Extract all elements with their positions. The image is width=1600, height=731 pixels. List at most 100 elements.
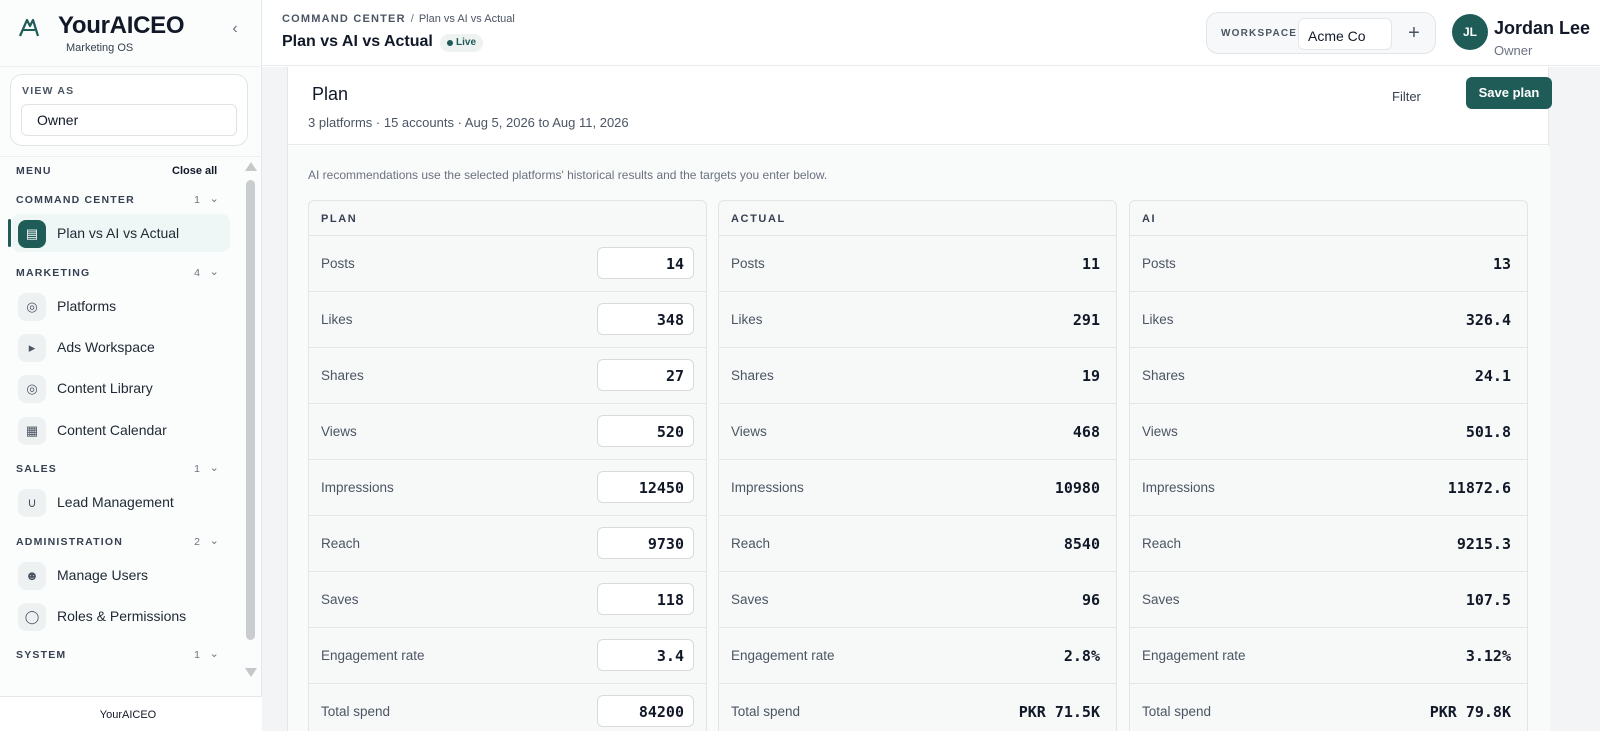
- metric-label: Saves: [731, 592, 769, 607]
- sidebar-item-plan-vs-ai[interactable]: ▤ Plan vs AI vs Actual: [12, 214, 230, 252]
- sidebar-item-label: Plan vs AI vs Actual: [57, 225, 180, 241]
- sidebar-item-ads-workspace[interactable]: ▸ Ads Workspace: [12, 328, 230, 366]
- plan-card: Plan 3 platforms · 15 accounts · Aug 5, …: [287, 67, 1552, 731]
- workspace-label: WORKSPACE: [1221, 28, 1298, 39]
- globe-icon: ◎: [18, 293, 46, 321]
- saves-input[interactable]: 118: [597, 583, 694, 615]
- metric-label: Views: [321, 424, 357, 439]
- actual-panel: ACTUAL Posts 11 Likes 291 Shares 19 Views 46…: [718, 200, 1117, 731]
- table-row: Impressions 11872.6: [1130, 460, 1527, 516]
- avatar[interactable]: JL: [1452, 14, 1488, 50]
- table-row: Posts 11: [719, 236, 1116, 292]
- sidebar-item-label: Ads Workspace: [57, 339, 155, 355]
- impressions-input[interactable]: 12450: [597, 471, 694, 503]
- chevron-down-icon: ⌄: [209, 648, 220, 660]
- likes-input[interactable]: 348: [597, 303, 694, 335]
- close-all-button[interactable]: Close all: [172, 165, 217, 177]
- metric-label: Likes: [1142, 312, 1174, 327]
- metric-value: 8540: [1063, 535, 1100, 553]
- menu-heading: MENU: [16, 165, 52, 177]
- section-administration[interactable]: ADMINISTRATION 2 ⌄: [16, 535, 226, 548]
- section-count: 4: [194, 267, 200, 279]
- table-row: Likes 326.4: [1130, 292, 1527, 348]
- metric-value: 11872.6: [1447, 479, 1511, 497]
- metric-label: Impressions: [321, 480, 394, 495]
- posts-input[interactable]: 14: [597, 247, 694, 279]
- table-row: Total spend PKR 79.8K: [1130, 684, 1527, 731]
- table-row: Likes 348: [309, 292, 706, 348]
- metric-label: Saves: [321, 592, 359, 607]
- sidebar-item-roles-permissions[interactable]: ◯ Roles & Permissions: [12, 597, 230, 635]
- status-badge: Live: [440, 34, 484, 52]
- user-role: Owner: [1494, 43, 1533, 58]
- sidebar-item-label: Lead Management: [57, 494, 174, 510]
- metric-value: 10980: [1054, 479, 1100, 497]
- shares-input[interactable]: 27: [597, 359, 694, 391]
- section-count: 1: [194, 463, 200, 475]
- scroll-down-icon[interactable]: [245, 668, 257, 677]
- magnet-icon: ∪: [18, 489, 46, 517]
- table-row: Total spend 84200: [309, 684, 706, 731]
- metric-label: Reach: [731, 536, 771, 551]
- table-row: Reach 9730: [309, 516, 706, 572]
- section-command-center[interactable]: COMMAND CENTER 1 ⌄: [16, 193, 226, 206]
- table-row: Views 468: [719, 404, 1116, 460]
- sidebar-item-label: Content Calendar: [57, 422, 167, 438]
- metric-value: 2.8%: [1063, 647, 1100, 665]
- collapse-sidebar-icon[interactable]: ‹: [226, 20, 244, 38]
- panel-title: ACTUAL: [731, 213, 786, 225]
- shield-icon: ◯: [18, 603, 46, 631]
- sidebar: YourAICEO Marketing OS ‹ VIEW AS Owner M…: [0, 0, 262, 731]
- filter-button[interactable]: Filter: [1388, 83, 1425, 111]
- sidebar-item-platforms[interactable]: ◎ Platforms: [12, 287, 230, 325]
- metric-label: Impressions: [731, 480, 804, 495]
- table-row: Shares 27: [309, 348, 706, 404]
- scroll-thumb[interactable]: [246, 180, 255, 640]
- sidebar-item-lead-management[interactable]: ∪ Lead Management: [12, 483, 230, 521]
- section-marketing[interactable]: MARKETING 4 ⌄: [16, 266, 226, 279]
- plan-subtitle: 3 platforms · 15 accounts · Aug 5, 2026 …: [308, 115, 629, 130]
- panel-header: ACTUAL: [719, 201, 1116, 236]
- reach-input[interactable]: 9730: [597, 527, 694, 559]
- metric-label: Shares: [1142, 368, 1185, 383]
- section-title: ADMINISTRATION: [16, 536, 124, 548]
- table-row: Views 520: [309, 404, 706, 460]
- section-count: 1: [194, 649, 200, 661]
- sidebar-footer-text: YourAICEO: [99, 709, 157, 721]
- breadcrumb-root[interactable]: COMMAND CENTER: [282, 13, 406, 25]
- views-input[interactable]: 520: [597, 415, 694, 447]
- total-spend-input[interactable]: 84200: [597, 695, 694, 727]
- metric-label: Engagement rate: [321, 648, 425, 663]
- metric-value: 468: [1072, 423, 1100, 441]
- section-sales[interactable]: SALES 1 ⌄: [16, 462, 226, 475]
- metric-label: Shares: [321, 368, 364, 383]
- table-row: Engagement rate 3.4: [309, 628, 706, 684]
- scroll-up-icon[interactable]: [245, 162, 257, 171]
- user-name[interactable]: Jordan Lee: [1494, 18, 1590, 39]
- save-plan-button[interactable]: Save plan: [1466, 77, 1552, 109]
- brand-name: YourAICEO: [58, 12, 185, 39]
- sidebar-scrollbar[interactable]: [244, 158, 257, 688]
- metric-label: Total spend: [321, 704, 391, 719]
- workspace-select[interactable]: Acme Co: [1298, 18, 1392, 50]
- users-icon: ☻: [18, 562, 46, 590]
- view-as-select[interactable]: Owner: [21, 104, 237, 136]
- sidebar-item-manage-users[interactable]: ☻ Manage Users: [12, 556, 230, 594]
- document-icon: ▤: [18, 220, 46, 248]
- metric-value: 326.4: [1465, 311, 1511, 329]
- section-system[interactable]: SYSTEM 1 ⌄: [16, 648, 226, 661]
- metric-value: PKR 71.5K: [1018, 703, 1100, 721]
- metric-label: Impressions: [1142, 480, 1215, 495]
- add-workspace-button[interactable]: +: [1401, 21, 1427, 47]
- engagement-rate-input[interactable]: 3.4: [597, 639, 694, 671]
- metric-label: Posts: [321, 256, 355, 271]
- metric-value: PKR 79.8K: [1429, 703, 1511, 721]
- metric-value: 11: [1081, 255, 1100, 273]
- sidebar-item-content-calendar[interactable]: ▦ Content Calendar: [12, 411, 230, 449]
- chevron-down-icon: ⌄: [209, 193, 220, 205]
- metric-label: Engagement rate: [731, 648, 835, 663]
- sidebar-item-content-library[interactable]: ◎ Content Library: [12, 369, 230, 407]
- sidebar-footer: YourAICEO: [0, 696, 262, 731]
- metric-value: 13: [1492, 255, 1511, 273]
- menu: MENU Close all COMMAND CENTER 1 ⌄ ▤ Plan…: [0, 156, 262, 696]
